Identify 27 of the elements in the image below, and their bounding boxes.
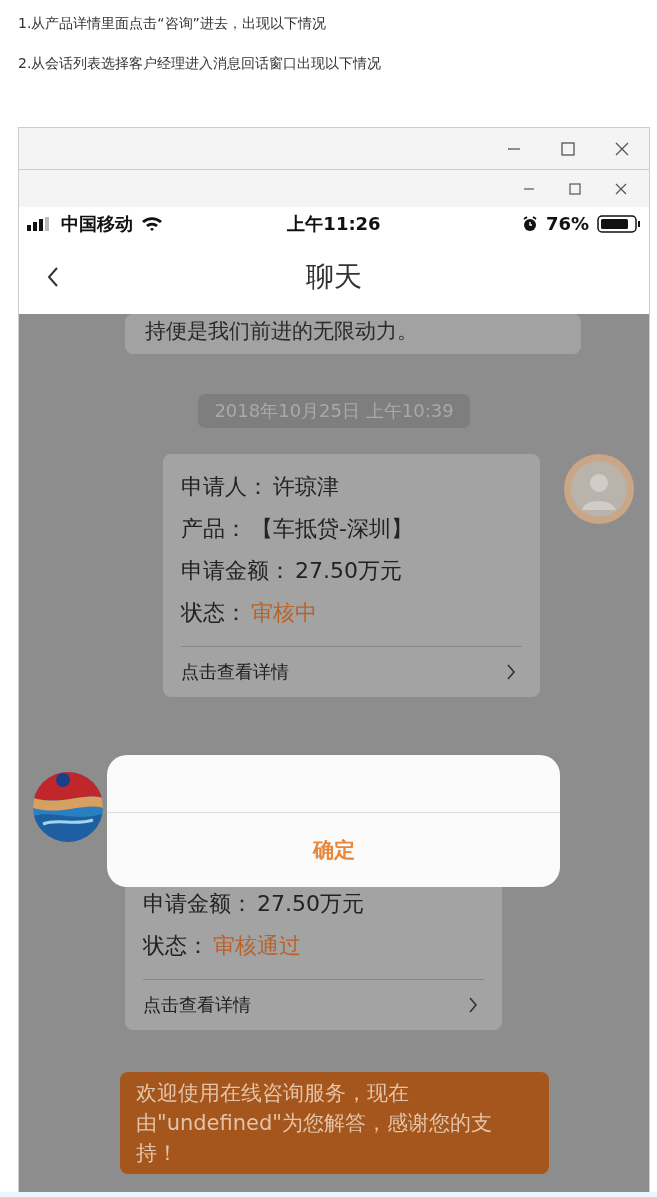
- alarm-icon: [521, 215, 538, 232]
- close-icon[interactable]: [615, 141, 629, 156]
- card-field: 产品： 【车抵贷-深圳】: [181, 508, 522, 550]
- instruction-text: 2.从会话列表选择客户经理进入消息回话窗口出现以下情况: [17, 54, 383, 73]
- wifi-icon: [141, 215, 163, 232]
- details-link[interactable]: 点击查看详情: [181, 646, 522, 697]
- card-field: 状态： 审核中: [181, 592, 522, 634]
- card-field: 申请金额： 27.50万元: [181, 550, 522, 592]
- application-card[interactable]: 申请人： 许琼津 产品： 【车抵贷-深圳】 申请金额： 27.50万元 状态： 审核中 点击查看详情: [163, 454, 540, 697]
- message-bubble: 持便是我们前进的无限动力。: [125, 314, 581, 354]
- details-link[interactable]: 点击查看详情: [143, 979, 484, 1030]
- avatar-icon: [564, 454, 634, 524]
- message-bubble: 欢迎使用在线咨询服务，现在由"undefined"为您解答，感谢您的支持！: [120, 1072, 549, 1174]
- close-icon[interactable]: [615, 182, 627, 195]
- chevron-right-icon: [506, 664, 516, 680]
- card-field: 状态： 审核通过: [143, 925, 484, 967]
- instruction-text: 1.从产品详情里面点击“咨询”进去，出现以下情况: [17, 14, 327, 33]
- page-title: 聊天: [306, 259, 362, 295]
- back-icon[interactable]: [47, 267, 59, 287]
- battery-icon: [597, 214, 641, 233]
- clock-time: 上午11:26: [287, 211, 381, 236]
- card-field: 申请人： 许琼津: [181, 466, 522, 508]
- carrier-name: 中国移动: [61, 211, 133, 236]
- battery-percent: 76%: [545, 213, 589, 234]
- maximize-icon[interactable]: [561, 141, 575, 156]
- chevron-right-icon: [468, 997, 478, 1013]
- maximize-icon[interactable]: [569, 182, 581, 195]
